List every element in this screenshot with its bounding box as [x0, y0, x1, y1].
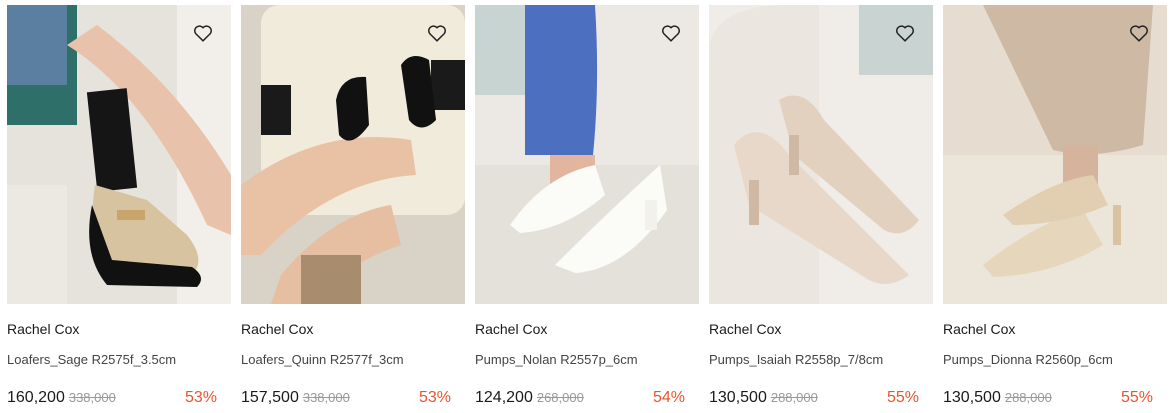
original-price: 268,000	[536, 390, 584, 405]
product-image[interactable]	[475, 5, 699, 304]
product-card[interactable]: Rachel Cox Pumps_Dionna R2560p_6cm 130,5…	[943, 5, 1167, 413]
product-brand[interactable]: Rachel Cox	[241, 321, 313, 337]
discount-badge: 55%	[886, 389, 919, 406]
product-brand[interactable]: Rachel Cox	[709, 321, 781, 337]
discount-badge: 53%	[418, 389, 451, 406]
product-card[interactable]: Rachel Cox Loafers_Sage R2575f_3.5cm 160…	[7, 5, 231, 413]
price-row: 157,500 338,000 53%	[241, 389, 451, 411]
product-brand[interactable]: Rachel Cox	[943, 321, 1015, 337]
product-image[interactable]	[709, 5, 933, 304]
product-card[interactable]: Rachel Cox Pumps_Nolan R2557p_6cm 124,20…	[475, 5, 699, 413]
wishlist-heart-icon[interactable]	[894, 22, 916, 44]
original-price: 338,000	[302, 390, 350, 405]
product-name[interactable]: Pumps_Nolan R2557p_6cm	[475, 352, 638, 367]
price-row: 124,200 268,000 54%	[475, 389, 685, 411]
product-card[interactable]: Rachel Cox Pumps_Isaiah R2558p_7/8cm 130…	[709, 5, 933, 413]
white-pumps-photo	[475, 5, 699, 304]
product-grid: Rachel Cox Loafers_Sage R2575f_3.5cm 160…	[7, 5, 1167, 413]
slingback-photo	[943, 5, 1167, 304]
product-brand[interactable]: Rachel Cox	[7, 321, 79, 337]
product-brand[interactable]: Rachel Cox	[475, 321, 547, 337]
sale-price: 124,200	[475, 389, 533, 406]
discount-badge: 53%	[184, 389, 217, 406]
wishlist-heart-icon[interactable]	[426, 22, 448, 44]
product-name[interactable]: Loafers_Sage R2575f_3.5cm	[7, 352, 176, 367]
discount-badge: 54%	[652, 389, 685, 406]
product-card[interactable]: Rachel Cox Loafers_Quinn R2577f_3cm 157,…	[241, 5, 465, 413]
nude-pumps-photo	[709, 5, 933, 304]
product-image[interactable]	[943, 5, 1167, 304]
product-image[interactable]	[241, 5, 465, 304]
product-name[interactable]: Loafers_Quinn R2577f_3cm	[241, 352, 404, 367]
price-row: 130,500 288,000 55%	[709, 389, 919, 411]
sale-price: 130,500	[709, 389, 767, 406]
mary-jane-photo	[241, 5, 465, 304]
sale-price: 160,200	[7, 389, 65, 406]
sale-price: 130,500	[943, 389, 1001, 406]
price-row: 130,500 288,000 55%	[943, 389, 1153, 411]
original-price: 288,000	[1004, 390, 1052, 405]
product-name[interactable]: Pumps_Isaiah R2558p_7/8cm	[709, 352, 883, 367]
wishlist-heart-icon[interactable]	[660, 22, 682, 44]
price-row: 160,200 338,000 53%	[7, 389, 217, 411]
product-image[interactable]	[7, 5, 231, 304]
wishlist-heart-icon[interactable]	[1128, 22, 1150, 44]
wishlist-heart-icon[interactable]	[192, 22, 214, 44]
loafer-photo	[7, 5, 231, 304]
product-name[interactable]: Pumps_Dionna R2560p_6cm	[943, 352, 1113, 367]
discount-badge: 55%	[1120, 389, 1153, 406]
sale-price: 157,500	[241, 389, 299, 406]
original-price: 288,000	[770, 390, 818, 405]
original-price: 338,000	[68, 390, 116, 405]
